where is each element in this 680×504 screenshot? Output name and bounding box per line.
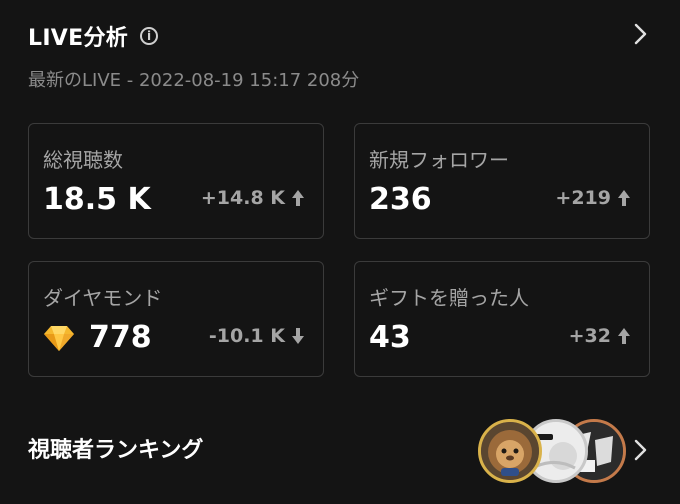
avatar[interactable] (478, 419, 542, 483)
page-title: LIVE分析 (28, 26, 129, 51)
info-icon[interactable]: i (140, 27, 159, 45)
live-analysis-panel: LIVE分析 i 最新のLIVE - 2022-08-19 15:17 208分… (0, 0, 680, 504)
arrow-up-icon (618, 328, 630, 344)
metric-delta: +219 (555, 187, 631, 209)
metric-delta: +14.8 K (201, 187, 305, 209)
metric-label: ギフトを贈った人 (369, 286, 529, 310)
viewer-ranking-label[interactable]: 視聴者ランキング (28, 432, 203, 464)
header: LIVE分析 i (28, 18, 159, 54)
top-viewer-avatars[interactable] (478, 419, 628, 485)
metric-value: 43 (369, 320, 411, 355)
latest-live-info: 最新のLIVE - 2022-08-19 15:17 208分 (28, 70, 360, 91)
metric-label: ダイヤモンド (43, 286, 163, 310)
diamond-icon (44, 325, 74, 351)
metric-value: 236 (369, 182, 432, 217)
metric-card-new-followers[interactable]: 新規フォロワー 236 +219 (354, 123, 650, 239)
arrow-up-icon (618, 190, 630, 206)
metric-card-gifters[interactable]: ギフトを贈った人 43 +32 (354, 261, 650, 377)
metric-delta: -10.1 K (209, 325, 305, 347)
arrow-down-icon (292, 328, 304, 344)
arrow-up-icon (292, 190, 304, 206)
chevron-right-icon[interactable] (628, 22, 652, 46)
metric-label: 新規フォロワー (369, 148, 509, 172)
metric-value: 18.5 K (43, 182, 151, 217)
metric-card-total-views[interactable]: 総視聴数 18.5 K +14.8 K (28, 123, 324, 239)
metric-delta: +32 (569, 325, 631, 347)
chevron-right-icon[interactable] (628, 438, 652, 462)
metric-label: 総視聴数 (43, 148, 123, 172)
metric-value: 778 (43, 320, 152, 355)
metric-card-diamonds[interactable]: ダイヤモンド 778 -10.1 K (28, 261, 324, 377)
